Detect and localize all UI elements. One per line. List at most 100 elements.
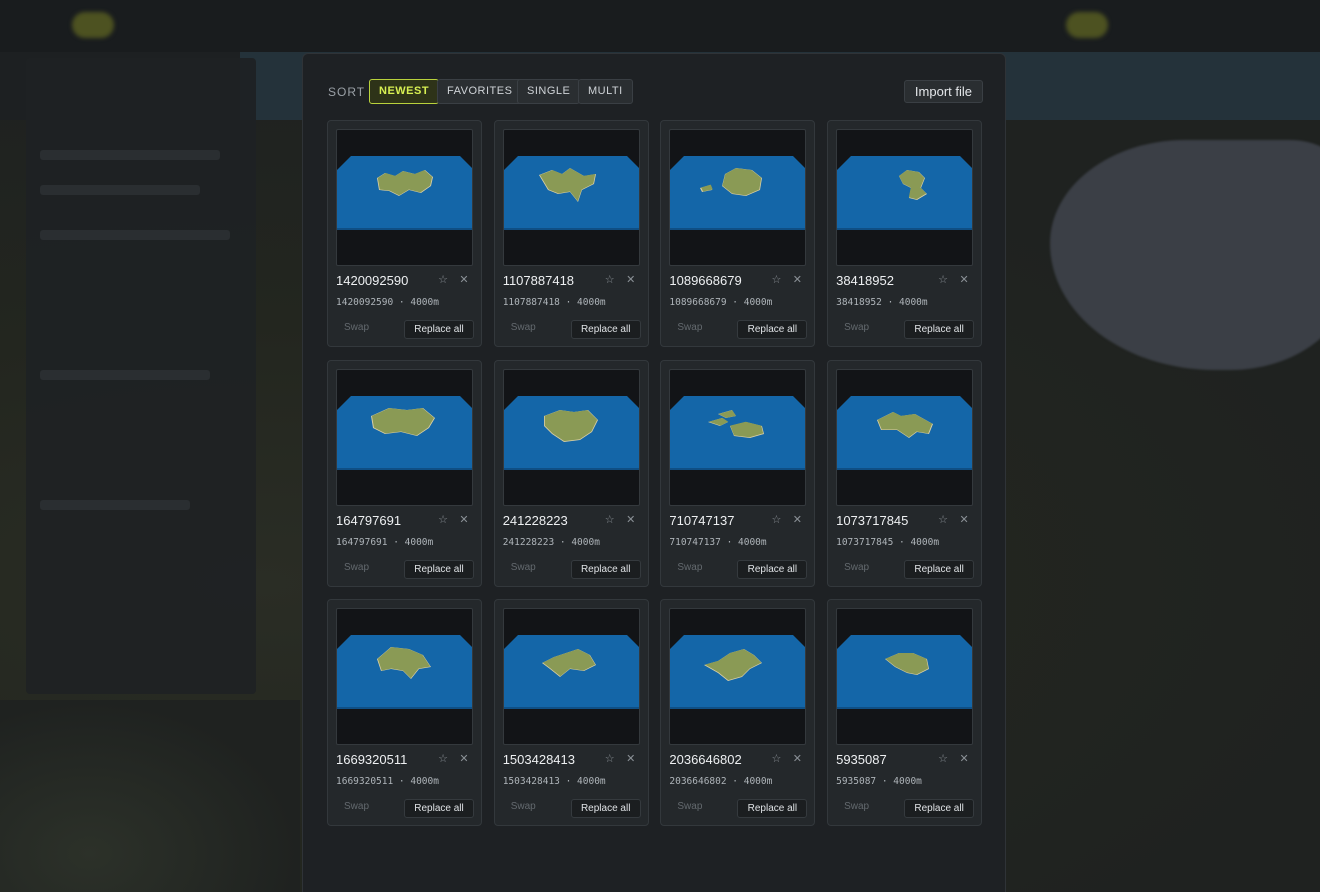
map-meta: 1073717845 · 4000m	[836, 536, 940, 548]
close-icon[interactable]: ✕	[791, 513, 803, 526]
swap-button[interactable]: Swap	[344, 801, 369, 812]
map-card[interactable]: 1089668679 ☆ ✕ 1089668679 · 4000m Swap R…	[660, 120, 816, 347]
replace-all-button[interactable]: Replace all	[570, 320, 641, 339]
map-meta: 1669320511 · 4000m	[336, 776, 439, 787]
map-meta: 5935087 · 4000m	[836, 776, 922, 787]
replace-all-button[interactable]: Replace all	[904, 799, 975, 818]
map-meta: 2036646802 · 4000m	[669, 776, 773, 787]
star-icon[interactable]: ☆	[937, 513, 949, 526]
map-preview[interactable]	[502, 608, 640, 745]
close-icon[interactable]: ✕	[958, 273, 970, 286]
swap-button[interactable]: Swap	[844, 801, 869, 812]
map-preview[interactable]	[336, 129, 473, 266]
replace-all-button[interactable]: Replace all	[570, 799, 641, 818]
map-preview[interactable]	[836, 368, 974, 506]
close-icon[interactable]: ✕	[625, 513, 637, 526]
swap-button[interactable]: Swap	[677, 801, 702, 812]
map-card[interactable]: 164797691 ☆ ✕ 164797691 · 4000m Swap Rep…	[327, 359, 482, 587]
filter-newest[interactable]: NEWEST	[369, 79, 440, 104]
star-icon[interactable]: ☆	[770, 513, 782, 526]
swap-button[interactable]: Swap	[511, 322, 536, 333]
background-panel-line	[40, 370, 210, 380]
map-title: 1420092590	[336, 273, 409, 288]
star-icon[interactable]: ☆	[770, 273, 782, 286]
map-preview[interactable]	[502, 368, 640, 506]
close-icon[interactable]: ✕	[791, 752, 803, 765]
filter-multi[interactable]: MULTI	[578, 79, 633, 104]
map-preview[interactable]	[502, 129, 640, 266]
map-preview[interactable]	[336, 368, 473, 506]
background-panel-line	[40, 500, 190, 510]
map-library-modal: SORT NEWEST FAVORITES SINGLE MULTI Impor…	[302, 53, 1006, 892]
map-card[interactable]: 5935087 ☆ ✕ 5935087 · 4000m Swap Replace…	[827, 599, 983, 826]
replace-all-button[interactable]: Replace all	[404, 799, 474, 818]
swap-button[interactable]: Swap	[511, 801, 536, 812]
map-preview[interactable]	[836, 129, 974, 266]
map-preview[interactable]	[836, 608, 974, 745]
star-icon[interactable]: ☆	[437, 273, 449, 286]
map-card[interactable]: 1073717845 ☆ ✕ 1073717845 · 4000m Swap R…	[827, 359, 983, 587]
star-icon[interactable]: ☆	[770, 752, 782, 765]
map-preview-render	[670, 395, 806, 470]
replace-all-button[interactable]: Replace all	[404, 559, 474, 579]
map-card[interactable]: 710747137 ☆ ✕ 710747137 · 4000m Swap Rep…	[660, 359, 816, 587]
swap-button[interactable]: Swap	[844, 562, 869, 573]
star-icon[interactable]: ☆	[604, 513, 616, 526]
swap-button[interactable]: Swap	[677, 562, 702, 573]
close-icon[interactable]: ✕	[625, 752, 637, 765]
replace-all-button[interactable]: Replace all	[904, 559, 975, 579]
map-title: 1089668679	[669, 273, 742, 288]
map-preview[interactable]	[669, 368, 807, 506]
map-card[interactable]: 2036646802 ☆ ✕ 2036646802 · 4000m Swap R…	[660, 599, 816, 826]
star-icon[interactable]: ☆	[604, 752, 616, 765]
background-terrain-bottom	[0, 700, 300, 892]
map-title: 164797691	[336, 512, 402, 528]
swap-button[interactable]: Swap	[844, 322, 869, 333]
map-card[interactable]: 1107887418 ☆ ✕ 1107887418 · 4000m Swap R…	[493, 120, 649, 347]
map-card[interactable]: 1420092590 ☆ ✕ 1420092590 · 4000m Swap R…	[327, 120, 482, 347]
swap-button[interactable]: Swap	[344, 562, 369, 573]
map-title: 710747137	[669, 512, 735, 528]
swap-button[interactable]: Swap	[511, 562, 536, 573]
replace-all-button[interactable]: Replace all	[570, 559, 641, 579]
background-panel-line	[40, 230, 230, 240]
map-preview-render	[837, 156, 973, 230]
replace-all-button[interactable]: Replace all	[404, 320, 474, 339]
star-icon[interactable]: ☆	[937, 752, 949, 765]
map-title: 1503428413	[502, 752, 575, 767]
close-icon[interactable]: ✕	[958, 513, 970, 526]
filter-single[interactable]: SINGLE	[517, 79, 581, 104]
replace-all-button[interactable]: Replace all	[904, 320, 975, 339]
star-icon[interactable]: ☆	[604, 273, 616, 286]
star-icon[interactable]: ☆	[437, 513, 449, 526]
map-card[interactable]: 241228223 ☆ ✕ 241228223 · 4000m Swap Rep…	[493, 359, 649, 587]
close-icon[interactable]: ✕	[625, 273, 637, 286]
map-preview[interactable]	[336, 608, 473, 745]
swap-button[interactable]: Swap	[677, 322, 702, 333]
close-icon[interactable]: ✕	[458, 752, 470, 765]
map-card[interactable]: 1669320511 ☆ ✕ 1669320511 · 4000m Swap R…	[327, 599, 482, 826]
background-topbar	[0, 0, 1320, 52]
map-preview[interactable]	[669, 129, 807, 266]
map-meta: 38418952 · 4000m	[836, 297, 928, 308]
star-icon[interactable]: ☆	[937, 273, 949, 286]
close-icon[interactable]: ✕	[958, 752, 970, 765]
map-meta: 1107887418 · 4000m	[502, 297, 606, 308]
close-icon[interactable]: ✕	[458, 273, 470, 286]
close-icon[interactable]: ✕	[791, 273, 803, 286]
map-preview-render	[503, 635, 639, 709]
swap-button[interactable]: Swap	[344, 322, 369, 333]
replace-all-button[interactable]: Replace all	[737, 320, 808, 339]
import-file-button[interactable]: Import file	[903, 80, 983, 103]
replace-all-button[interactable]: Replace all	[737, 559, 808, 579]
close-icon[interactable]: ✕	[458, 513, 470, 526]
star-icon[interactable]: ☆	[437, 752, 449, 765]
filter-favorites[interactable]: FAVORITES	[437, 79, 523, 104]
background-logo-right	[1066, 12, 1108, 38]
map-card[interactable]: 38418952 ☆ ✕ 38418952 · 4000m Swap Repla…	[827, 120, 983, 347]
map-card[interactable]: 1503428413 ☆ ✕ 1503428413 · 4000m Swap R…	[493, 599, 649, 826]
map-preview-render	[670, 156, 806, 230]
map-preview[interactable]	[669, 608, 807, 745]
map-meta: 241228223 · 4000m	[502, 536, 600, 548]
replace-all-button[interactable]: Replace all	[737, 799, 808, 818]
